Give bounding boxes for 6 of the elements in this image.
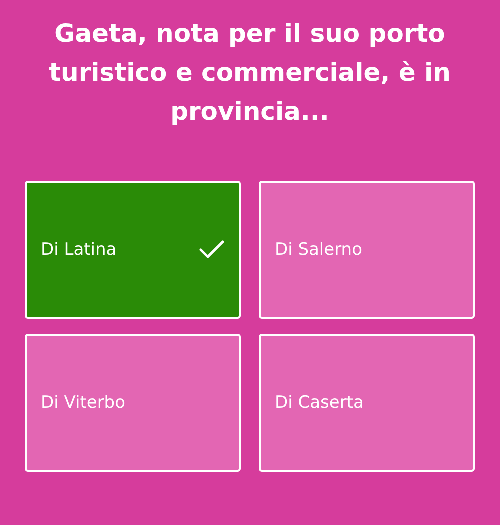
answer-option[interactable]: Di Salerno (259, 181, 475, 319)
question-text: Gaeta, nota per il suo porto turistico e commerciale, è in provincia... (48, 18, 452, 128)
answer-option[interactable]: Di Viterbo (25, 334, 241, 472)
check-icon (199, 240, 225, 260)
answer-option[interactable]: Di Caserta (259, 334, 475, 472)
answer-option[interactable]: Di Latina (25, 181, 241, 319)
